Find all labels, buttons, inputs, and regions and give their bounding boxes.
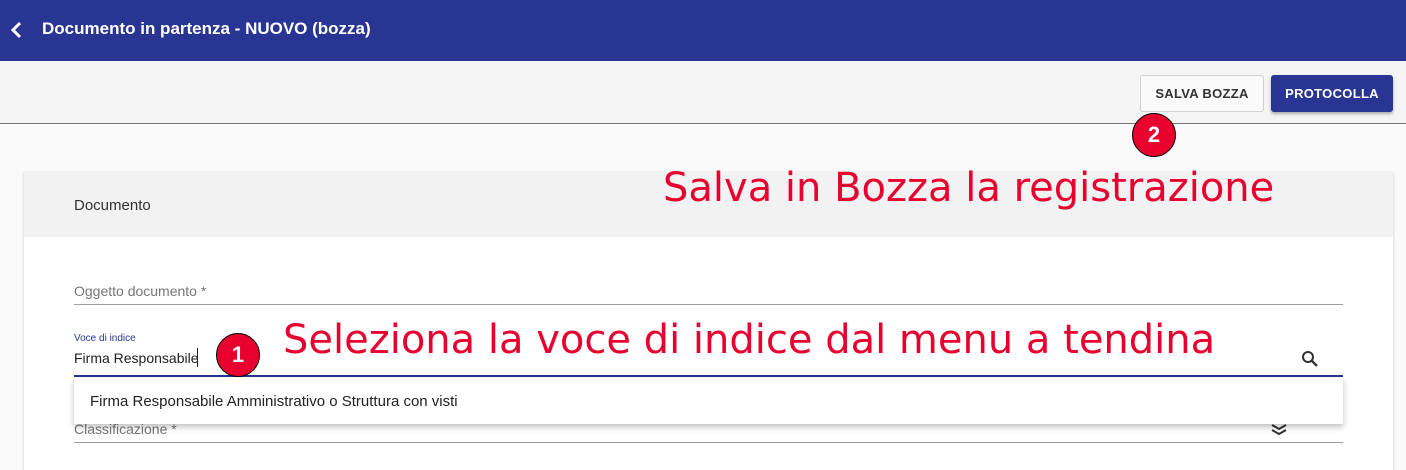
voce-indice-underline [74, 375, 1343, 377]
page-title: Documento in partenza - NUOVO (bozza) [42, 19, 371, 38]
chevron-left-icon[interactable] [8, 19, 24, 41]
oggetto-documento-field[interactable]: Oggetto documento * [74, 283, 206, 299]
oggetto-documento-underline [74, 304, 1343, 305]
protocol-button[interactable]: PROTOCOLLA [1271, 75, 1393, 112]
annotation-badge-1: 1 [216, 333, 260, 377]
text-caret [197, 348, 198, 367]
save-draft-button[interactable]: SALVA BOZZA [1140, 75, 1264, 112]
annotation-text-1: Seleziona la voce di indice dal menu a t… [283, 317, 1216, 363]
annotation-badge-2: 2 [1132, 113, 1176, 157]
dropdown-option[interactable]: Firma Responsabile Amministrativo o Stru… [90, 393, 458, 410]
action-toolbar: SALVA BOZZA PROTOCOLLA [0, 61, 1406, 124]
autocomplete-dropdown: Firma Responsabile Amministrativo o Stru… [74, 378, 1343, 424]
card-title: Documento [74, 197, 151, 214]
annotation-text-2: Salva in Bozza la registrazione [663, 165, 1275, 211]
voce-indice-label: Voce di indice [74, 333, 136, 344]
classificazione-underline [74, 442, 1343, 443]
app-bar: Documento in partenza - NUOVO (bozza) [0, 0, 1406, 61]
voce-indice-input[interactable]: Firma Responsabile [74, 350, 199, 366]
search-icon[interactable] [1301, 350, 1319, 368]
